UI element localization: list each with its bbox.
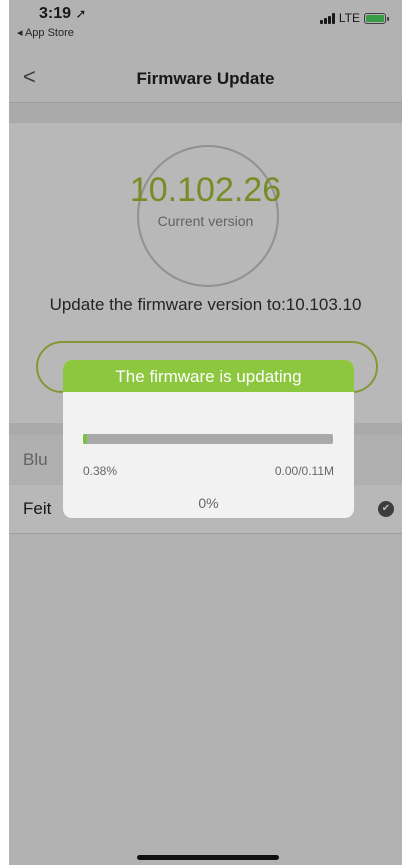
dialog-header: The firmware is updating	[63, 360, 354, 392]
home-indicator[interactable]	[137, 855, 279, 860]
progress-bar	[83, 434, 333, 444]
app-screen: 3:19 ➚ ◂ App Store LTE < Firmware Update…	[9, 0, 402, 865]
progress-percent: 0.38%	[83, 464, 118, 478]
progress-size: 0.00/0.11M	[274, 464, 334, 478]
progress-percent-rounded: 0%	[198, 495, 219, 511]
dialog-title: The firmware is updating	[115, 367, 302, 386]
progress-bar-fill	[83, 434, 87, 444]
update-progress-dialog: The firmware is updating 0.38% 0.00/0.11…	[63, 360, 354, 518]
